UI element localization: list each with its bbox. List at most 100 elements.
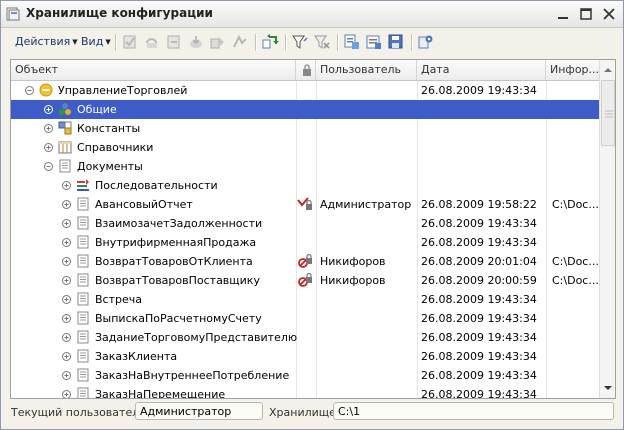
table-row[interactable]: ВозвратТоваровОтКлиента Никифоров 26.08.20… [11, 252, 599, 271]
row-date: 26.08.2009 19:43:34 [421, 217, 537, 230]
current-user-field: Администратор [135, 402, 263, 420]
expand-icon[interactable] [62, 276, 71, 285]
expand-icon[interactable] [44, 124, 53, 133]
table-row[interactable]: ЗаказКлиента 26.08.2009 19:43:34 [11, 347, 599, 366]
row-object-name: УправлениеТорговлей [58, 84, 188, 97]
row-object-name: ВыпискаПоРасчетномуСчету [95, 312, 262, 325]
get-from-repo-icon[interactable] [209, 33, 227, 51]
repository-path-field: C:\1 [333, 402, 614, 420]
document-icon [59, 159, 71, 173]
table-row[interactable]: ВозвратТоваровПоставщику Никифоров 26.08.2… [11, 271, 599, 290]
status-bar: Текущий пользователь: Администратор Хран… [1, 400, 623, 426]
title-bar[interactable]: Хранилище конфигурации [1, 1, 623, 28]
expand-icon[interactable] [62, 200, 71, 209]
root-config-icon [39, 83, 53, 97]
filter-icon[interactable] [291, 33, 309, 51]
save-to-repo-icon[interactable] [187, 33, 205, 51]
table-row[interactable]: ВзаимозачетЗадолженности 26.08.2009 19:43… [11, 214, 599, 233]
row-object-name: Общие [77, 103, 117, 116]
toolbar: Действия ▼ Вид ▼ [1, 29, 623, 56]
refresh-icon[interactable] [261, 33, 279, 51]
row-object-name: Константы [77, 122, 141, 135]
table-row[interactable]: АвансовыйОтчет Администратор 26.08.2009 19… [11, 195, 599, 214]
row-object-name: ВнутрифирменнаяПродажа [95, 236, 257, 249]
table-row[interactable]: Документы [11, 157, 599, 176]
window-title: Хранилище конфигурации [26, 6, 213, 20]
capture-icon[interactable] [121, 33, 139, 51]
table-row[interactable]: УправлениеТорговлей 26.08.2009 19:43:34 [11, 81, 599, 100]
table-row[interactable]: ЗаказНаВнутреннееПотребление 26.08.2009 1… [11, 366, 599, 385]
table-row[interactable]: ЗаданиеТорговомуПредставителю 26.08.2009 … [11, 328, 599, 347]
expand-icon[interactable] [62, 219, 71, 228]
row-date: 26.08.2009 20:01:04 [421, 255, 537, 268]
row-date: 26.08.2009 19:43:34 [421, 331, 537, 344]
scroll-down-icon[interactable] [600, 378, 616, 398]
expand-icon[interactable] [62, 314, 71, 323]
row-object-name: ВозвратТоваровПоставщику [95, 274, 260, 287]
expand-icon[interactable] [62, 238, 71, 247]
close-icon [603, 8, 615, 20]
table-row[interactable]: ВыпискаПоРасчетномуСчету 26.08.2009 19:43… [11, 309, 599, 328]
expand-icon[interactable] [62, 257, 71, 266]
column-header-info[interactable]: Инфор... [546, 60, 599, 80]
column-header-user[interactable]: Пользователь [316, 60, 417, 80]
document-icon [77, 273, 89, 287]
close-button[interactable] [599, 5, 619, 23]
settings-icon[interactable] [417, 33, 435, 51]
table-row[interactable]: Общие [11, 100, 599, 119]
table-row[interactable]: ЗаказНаПеремещение 26.08.2009 19:43:34 [11, 385, 599, 399]
repository-label: Хранилище: [269, 406, 340, 419]
grip-icon [605, 110, 613, 118]
expand-icon[interactable] [62, 352, 71, 361]
row-user: Никифоров [320, 255, 386, 268]
expand-icon[interactable] [62, 181, 71, 190]
expand-icon[interactable] [44, 105, 53, 114]
expand-icon[interactable] [62, 295, 71, 304]
compare-icon[interactable] [231, 33, 249, 51]
scroll-up-icon[interactable] [600, 60, 616, 80]
column-header-object[interactable]: Объект [11, 60, 296, 80]
undo-capture-icon[interactable] [165, 33, 183, 51]
repository-tree-table: Объект Пользователь Дата Инфор... Управл… [10, 59, 616, 399]
column-header-date[interactable]: Дата [417, 60, 546, 80]
row-object-name: ЗаказКлиента [95, 350, 178, 363]
actions-menu[interactable]: Действия ▼ [15, 35, 78, 48]
table-row[interactable]: ВнутрифирменнаяПродажа 26.08.2009 19:43:3… [11, 233, 599, 252]
maximize-icon [580, 8, 592, 20]
report-icon[interactable] [365, 33, 383, 51]
table-row[interactable]: Последовательности [11, 176, 599, 195]
common-icon [59, 103, 71, 115]
view-menu[interactable]: Вид ▼ [81, 35, 111, 48]
captured-self-icon [297, 197, 312, 210]
row-object-name: ВзаимозачетЗадолженности [95, 217, 263, 230]
maximize-button[interactable] [576, 5, 596, 23]
save-file-icon[interactable] [387, 33, 405, 51]
clear-filter-icon[interactable] [313, 33, 331, 51]
history-icon[interactable] [343, 33, 361, 51]
row-date: 26.08.2009 19:58:22 [421, 198, 537, 211]
expand-icon[interactable] [62, 371, 71, 380]
expand-icon[interactable] [44, 143, 53, 152]
column-header-lock[interactable] [296, 60, 316, 80]
row-object-name: Справочники [77, 141, 154, 154]
release-icon[interactable] [143, 33, 161, 51]
row-date: 26.08.2009 19:43:34 [421, 312, 537, 325]
minimize-button[interactable] [553, 5, 573, 23]
table-row[interactable]: Константы [11, 119, 599, 138]
document-icon [77, 368, 89, 382]
row-object-name: АвансовыйОтчет [95, 198, 193, 211]
table-header: Объект Пользователь Дата Инфор... [11, 60, 599, 81]
vertical-scrollbar[interactable] [599, 60, 616, 398]
document-icon [77, 349, 89, 363]
captured-other-icon [298, 273, 312, 287]
expand-icon[interactable] [62, 390, 71, 399]
expand-icon[interactable] [62, 333, 71, 342]
collapse-icon[interactable] [25, 86, 34, 95]
toolbar-separator [285, 34, 287, 51]
toolbar-separator [337, 34, 339, 51]
table-row[interactable]: Встреча 26.08.2009 19:43:34 [11, 290, 599, 309]
collapse-icon[interactable] [44, 162, 53, 171]
view-menu-label: Вид [81, 35, 104, 48]
table-row[interactable]: Справочники [11, 138, 599, 157]
scroll-thumb[interactable] [601, 80, 615, 146]
